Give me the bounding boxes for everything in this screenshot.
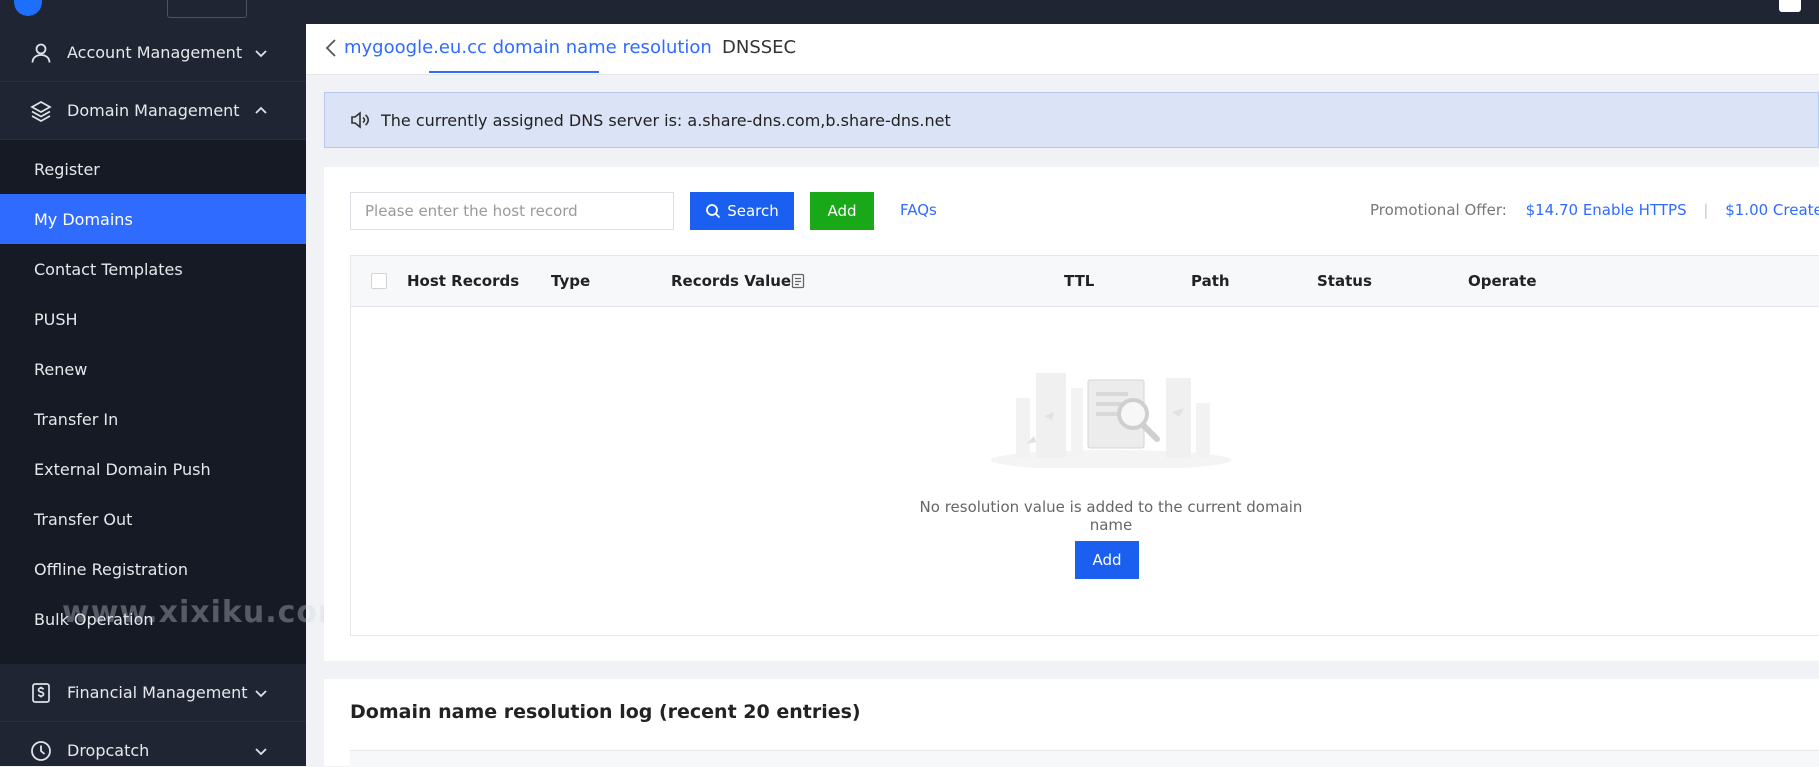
nav-group-domain-management[interactable]: Domain Management (0, 82, 306, 140)
empty-state-illustration (991, 373, 1231, 468)
sidebar-item-offline-registration[interactable]: Offline Registration (0, 544, 306, 594)
tab-domain-resolution[interactable]: mygoogle.eu.cc domain name resolution (344, 37, 712, 58)
chevron-up-icon (255, 106, 267, 114)
promo-mail-link[interactable]: $1.00 Create mail (1725, 201, 1819, 219)
sidebar-item-transfer-out[interactable]: Transfer Out (0, 494, 306, 544)
chevron-down-icon (255, 49, 267, 57)
user-icon (29, 41, 53, 65)
nav-group-label: Dropcatch (67, 741, 150, 760)
column-operate: Operate (1468, 272, 1537, 290)
back-chevron-icon[interactable] (324, 38, 338, 58)
nav-group-label: Domain Management (67, 101, 240, 120)
search-icon (706, 204, 721, 219)
promo-https-link[interactable]: $14.70 Enable HTTPS (1526, 201, 1687, 219)
nav-group-label: Financial Management (67, 683, 248, 702)
dollar-icon (29, 681, 53, 705)
sidebar-item-renew[interactable]: Renew (0, 344, 306, 394)
sidebar-item-external-domain-push[interactable]: External Domain Push (0, 444, 306, 494)
language-selector[interactable] (167, 0, 247, 18)
nav-group-label: Account Management (67, 43, 243, 62)
records-table: Host Records Type Records Value TTL Path… (350, 255, 1819, 636)
copy-icon[interactable] (791, 273, 805, 289)
chevron-down-icon (255, 747, 267, 755)
log-table-header (350, 750, 1819, 767)
column-status: Status (1317, 272, 1372, 290)
tabs-bar: mygoogle.eu.cc domain name resolution DN… (306, 24, 1819, 75)
sidebar-item-transfer-in[interactable]: Transfer In (0, 394, 306, 444)
active-tab-indicator (429, 71, 599, 73)
sidebar-item-bulk-operation[interactable]: Bulk Operation (0, 594, 306, 644)
select-all-checkbox[interactable] (371, 273, 387, 289)
promo-label: Promotional Offer: (1370, 201, 1507, 219)
sidebar-item-my-domains[interactable]: My Domains (0, 194, 306, 244)
sidebar-item-register[interactable]: Register (0, 144, 306, 194)
faqs-link[interactable]: FAQs (900, 201, 937, 219)
add-record-button[interactable]: Add (810, 192, 874, 230)
records-card: Search Add FAQs Promotional Offer: $14.7… (324, 167, 1819, 661)
add-record-button-empty[interactable]: Add (1075, 541, 1139, 579)
logo[interactable] (14, 0, 42, 16)
column-records-value: Records Value (671, 272, 792, 290)
nav-group-dropcatch[interactable]: Dropcatch (0, 722, 306, 766)
tab-dnssec[interactable]: DNSSEC (722, 37, 796, 58)
promo-separator: | (1703, 201, 1709, 219)
resolution-log-card: Domain name resolution log (recent 20 en… (324, 679, 1819, 767)
top-navbar (0, 0, 1819, 24)
sidebar-item-push[interactable]: PUSH (0, 294, 306, 344)
search-button-label: Search (727, 202, 779, 220)
empty-state-message: No resolution value is added to the curr… (919, 498, 1303, 534)
host-record-search-input[interactable] (350, 192, 674, 230)
promotional-offer: Promotional Offer: $14.70 Enable HTTPS |… (1370, 201, 1819, 219)
resolution-log-title: Domain name resolution log (recent 20 en… (350, 701, 861, 723)
layers-icon (29, 99, 53, 123)
speaker-icon (351, 111, 370, 129)
column-type: Type (551, 272, 591, 290)
nav-group-account-management[interactable]: Account Management (0, 24, 306, 82)
column-path: Path (1191, 272, 1230, 290)
chevron-down-icon (255, 689, 267, 697)
dns-server-text: The currently assigned DNS server is: a.… (381, 110, 951, 130)
column-ttl: TTL (1064, 272, 1095, 290)
domain-management-submenu: Register My Domains Contact Templates PU… (0, 140, 306, 664)
dns-server-banner: The currently assigned DNS server is: a.… (324, 92, 1819, 148)
wallet-icon[interactable] (1779, 0, 1801, 12)
nav-group-financial-management[interactable]: Financial Management (0, 664, 306, 722)
clock-icon (29, 739, 53, 763)
sidebar-item-contact-templates[interactable]: Contact Templates (0, 244, 306, 294)
sidebar: Account Management Domain Management Reg… (0, 24, 306, 766)
column-host-records: Host Records (407, 272, 520, 290)
search-button[interactable]: Search (690, 192, 794, 230)
table-header: Host Records Type Records Value TTL Path… (351, 256, 1819, 307)
